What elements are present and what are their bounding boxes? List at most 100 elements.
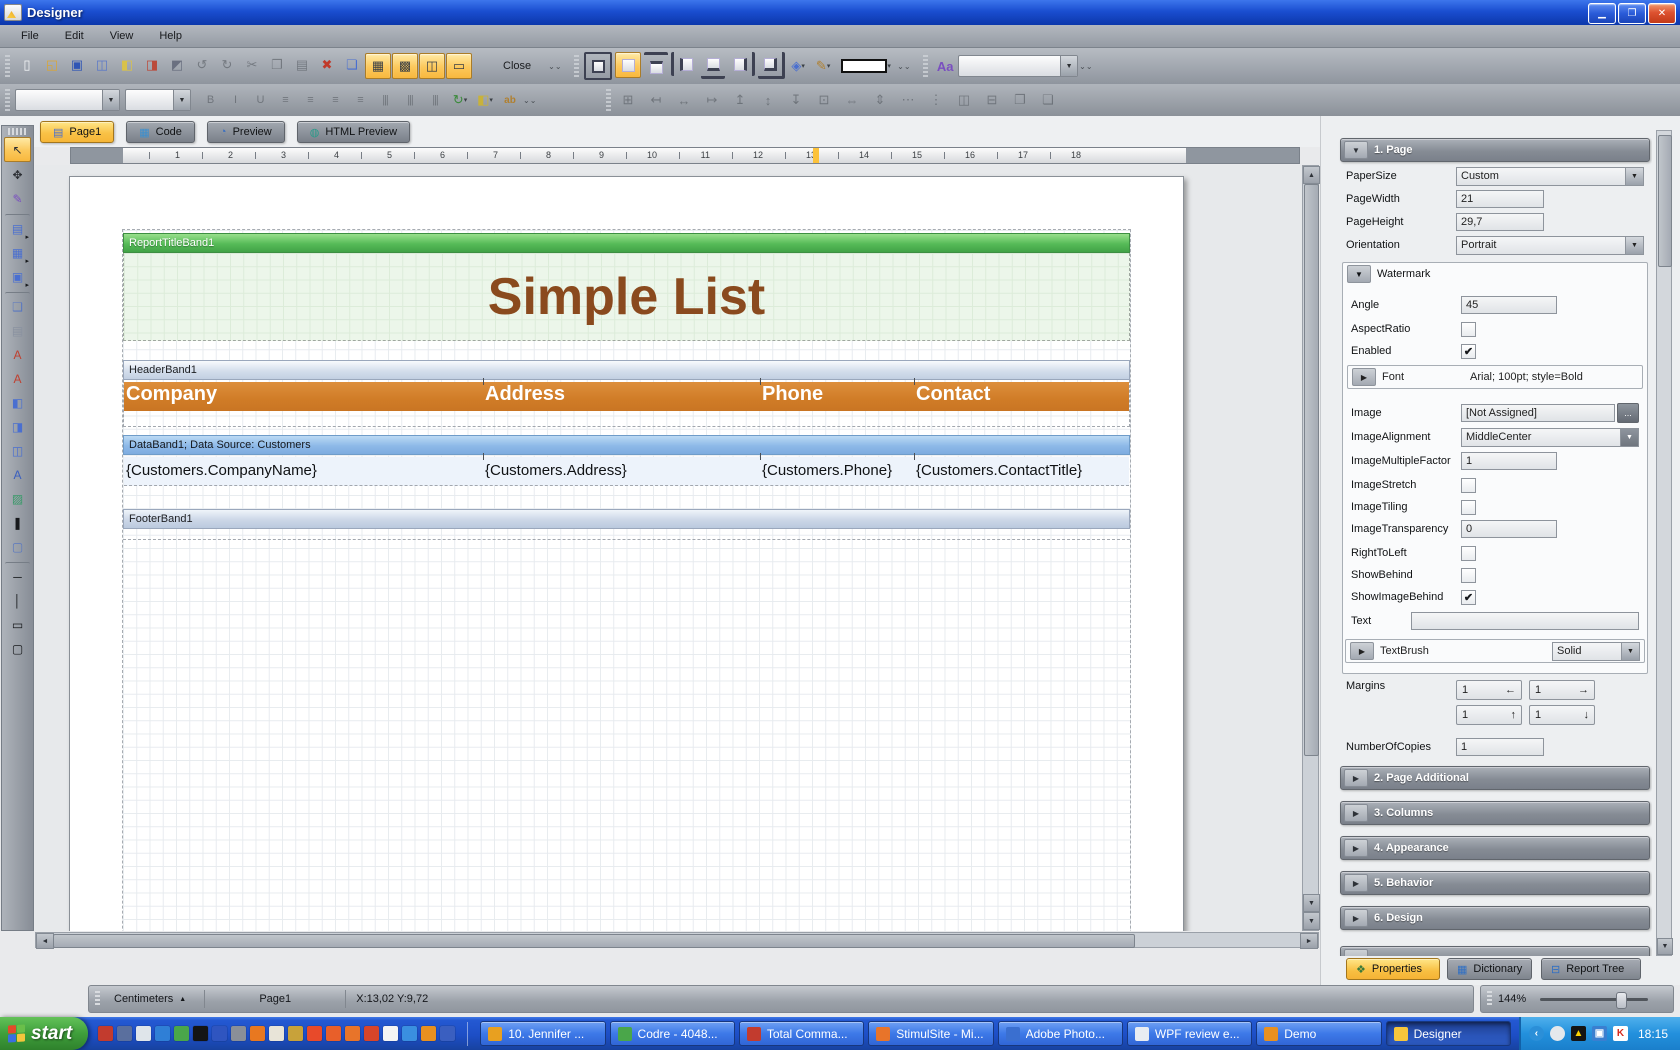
quick-launch-icon[interactable] xyxy=(288,1026,304,1041)
scroll-extra-button[interactable]: ▼ xyxy=(1303,912,1320,930)
header-band-header[interactable]: HeaderBand1 xyxy=(123,360,1130,380)
section-design[interactable]: ▶ 6. Design xyxy=(1340,906,1650,930)
border-bottom-button[interactable] xyxy=(701,52,726,79)
menu-file[interactable]: File xyxy=(8,27,52,45)
scroll-up-button[interactable]: ▲ xyxy=(1303,166,1320,184)
tray-icon-messenger[interactable] xyxy=(1549,1026,1565,1041)
align-middles-button[interactable]: ↕ xyxy=(756,88,780,112)
align-to-grid-toggle[interactable]: ▩ xyxy=(392,53,418,79)
save-report-button[interactable]: ▣ xyxy=(65,53,89,77)
data-band-header[interactable]: DataBand1; Data Source: Customers xyxy=(123,435,1130,455)
task-adobe-photoshop[interactable]: Adobe Photo... xyxy=(997,1021,1123,1046)
text-component[interactable]: ❑ xyxy=(5,292,30,318)
quick-launch-icon[interactable] xyxy=(155,1026,171,1041)
vertical-line-primitive[interactable]: │ xyxy=(5,589,30,612)
horizontal-line-primitive[interactable]: ─ xyxy=(5,562,30,588)
data-cell-phone[interactable]: {Customers.Phone} xyxy=(762,462,892,479)
page-width-input[interactable]: 21 xyxy=(1456,190,1544,208)
toolbar-overflow-icon[interactable]: ⌄⌄ xyxy=(897,62,910,71)
quick-launch-icon[interactable] xyxy=(326,1026,342,1041)
data-cell-address[interactable]: {Customers.Address} xyxy=(485,462,627,479)
units-dropdown[interactable]: Centimeters ▲ xyxy=(106,993,194,1005)
image-browse-button[interactable]: ... xyxy=(1617,403,1639,423)
rich-text-component[interactable]: ▤ xyxy=(5,319,30,342)
aspect-ratio-checkbox[interactable] xyxy=(1461,321,1476,337)
tray-icon-kaspersky[interactable]: K xyxy=(1612,1026,1628,1041)
align-centers-button[interactable]: ↔ xyxy=(672,88,696,112)
page-height-input[interactable]: 29,7 xyxy=(1456,213,1544,231)
expand-icon[interactable]: ▶ xyxy=(1344,804,1368,822)
border-outline-button[interactable] xyxy=(758,52,786,79)
check-box-component[interactable]: A xyxy=(5,463,30,486)
show-behind-checkbox[interactable] xyxy=(1461,567,1476,583)
selection-button[interactable]: ❏ xyxy=(340,53,364,77)
line-style-dropdown[interactable]: ▾ xyxy=(836,54,896,78)
quick-launch-icon[interactable] xyxy=(212,1026,228,1041)
header-cell-phone[interactable]: Phone xyxy=(762,383,823,406)
section-columns[interactable]: ▶ 3. Columns xyxy=(1340,801,1650,825)
border-top-button[interactable] xyxy=(644,52,669,79)
design-canvas[interactable]: ReportTitleBand1 Simple List HeaderBand1… xyxy=(35,165,1302,931)
text-brush-row[interactable]: ▶ TextBrush Solid ▼ xyxy=(1345,639,1645,663)
scroll-thumb[interactable] xyxy=(53,934,1135,948)
paste-button[interactable]: ▤ xyxy=(290,53,314,77)
scroll-thumb[interactable] xyxy=(1304,184,1319,756)
same-height-button[interactable]: ⇕ xyxy=(868,88,892,112)
enabled-checkbox[interactable]: ✔ xyxy=(1461,343,1476,359)
preview-button[interactable]: ◫ xyxy=(90,53,114,77)
text-rotation-dropdown[interactable]: ↻ ▾ xyxy=(448,88,472,112)
task-stimulsite[interactable]: StimulSite - Mi... xyxy=(868,1021,994,1046)
quick-launch-icon[interactable] xyxy=(421,1026,437,1041)
watermark-header[interactable]: ▼ Watermark xyxy=(1343,263,1647,285)
zoom-slider-thumb[interactable] xyxy=(1615,991,1627,1009)
font-name-select[interactable]: ▼ xyxy=(15,89,120,111)
report-page[interactable]: ReportTitleBand1 Simple List HeaderBand1… xyxy=(69,176,1184,931)
expand-icon[interactable]: ▶ xyxy=(1344,909,1368,927)
footer-band-content[interactable] xyxy=(123,529,1130,540)
scroll-down-button[interactable]: ▼ xyxy=(1303,894,1320,912)
task-wpf-review[interactable]: WPF review e... xyxy=(1126,1021,1253,1046)
border-left-button[interactable] xyxy=(671,52,698,76)
expand-icon[interactable]: ▶ xyxy=(1350,642,1374,660)
select-tool[interactable]: ↖ xyxy=(4,137,31,162)
start-button[interactable]: start xyxy=(0,1017,89,1050)
paper-size-select[interactable]: Custom ▼ xyxy=(1456,166,1644,186)
expand-icon[interactable]: ▶ xyxy=(1344,839,1368,857)
quick-launch-icon[interactable] xyxy=(345,1026,361,1041)
copy-button[interactable]: ❐ xyxy=(265,53,289,77)
header-cell-company[interactable]: Company xyxy=(126,383,217,406)
align-justify-button[interactable]: ≡ xyxy=(348,88,372,112)
canvas-horizontal-scrollbar[interactable]: ◄ ► xyxy=(35,932,1319,949)
quick-launch-icon[interactable] xyxy=(307,1026,323,1041)
report-title-band-content[interactable]: Simple List xyxy=(123,253,1130,341)
section-appearance[interactable]: ▶ 4. Appearance xyxy=(1340,836,1650,860)
minimize-button[interactable]: ▁ xyxy=(1588,3,1616,24)
scroll-thumb[interactable] xyxy=(1658,135,1672,267)
image-alignment-select[interactable]: MiddleCenter ▼ xyxy=(1461,427,1639,447)
tab-html-preview[interactable]: ◍ HTML Preview xyxy=(296,121,411,143)
redo-button[interactable]: ↻ xyxy=(215,53,239,77)
page-setup-button[interactable]: ◩ xyxy=(165,53,189,77)
show-grid-toggle[interactable]: ▦ xyxy=(365,53,391,79)
quick-launch-icon[interactable] xyxy=(440,1026,456,1041)
zoom-slider[interactable] xyxy=(1540,991,1649,1009)
scroll-right-button[interactable]: ► xyxy=(1300,933,1318,949)
tab-code[interactable]: ▦ Code xyxy=(126,121,195,143)
right-to-left-checkbox[interactable] xyxy=(1461,545,1476,561)
style-designer-icon[interactable]: Aa xyxy=(933,54,957,78)
delete-button[interactable]: ✖ xyxy=(315,53,339,77)
image-component[interactable]: ▨ xyxy=(5,487,30,510)
bar-code-component[interactable]: ❚ xyxy=(5,511,30,534)
quick-launch-icon[interactable] xyxy=(136,1026,152,1041)
font-value[interactable]: Arial; 100pt; style=Bold xyxy=(1470,371,1583,383)
report-title-text[interactable]: Simple List xyxy=(488,267,765,327)
task-total-commander[interactable]: Total Comma... xyxy=(738,1021,865,1046)
border-none-button[interactable] xyxy=(615,52,642,78)
shape-component[interactable]: ▢ xyxy=(5,535,30,558)
properties-tab[interactable]: ❖ Properties xyxy=(1346,958,1440,980)
section-behavior[interactable]: ▶ 5. Behavior xyxy=(1340,871,1650,895)
expand-icon[interactable]: ▶ xyxy=(1344,769,1368,787)
align-to-grid-button[interactable]: ⊞ xyxy=(616,88,640,112)
align-right-button[interactable]: ≡ xyxy=(323,88,347,112)
tab-preview[interactable]: ◔ Preview xyxy=(206,121,285,143)
